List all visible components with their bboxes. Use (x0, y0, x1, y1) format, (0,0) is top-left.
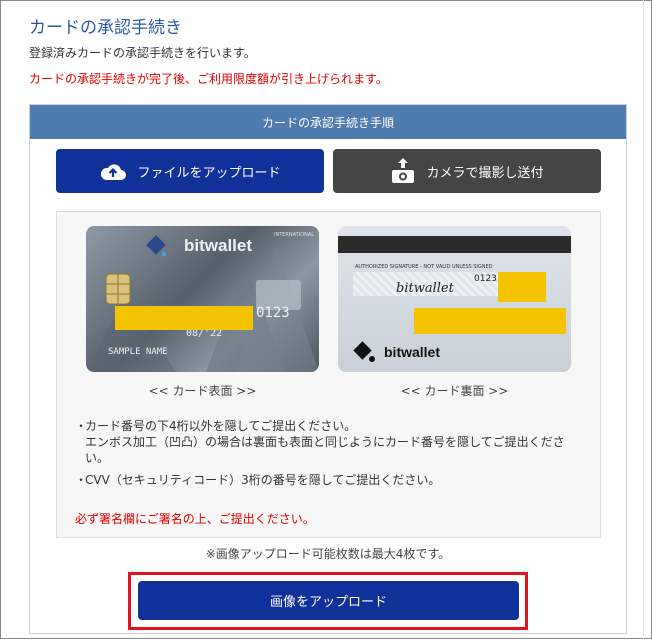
card-front-image: bitwallet INTERNATIONAL 0123 08/'22 SAMP… (86, 226, 319, 372)
cloud-upload-icon (101, 164, 127, 180)
card-back-brand: bitwallet (384, 344, 441, 360)
bitwallet-logo-icon (146, 235, 167, 257)
upload-limit-note: ※画像アップロード可能枚数は最大4枚です。 (205, 547, 451, 561)
instruction-item: ・ カード番号の下4桁以外を隠してご提出ください。 エンボス加工（凹凸）の場合は… (75, 418, 595, 466)
card-back-image: AUTHORIZED SIGNATURE - NOT VALID UNLESS … (338, 226, 571, 372)
panel-header: カードの承認手続き手順 (30, 105, 626, 139)
camera-send-label: カメラで撮影し送付 (426, 165, 544, 181)
card-front-brand: bitwallet (184, 236, 253, 255)
card-front-number-tail: 0123 (256, 305, 290, 321)
instruction-line: CVV（セキュリティコード）3桁の番号を隠してご提出ください。 (85, 473, 441, 487)
limit-increase-notice: カードの承認手続きが完了後、ご利用限度額が引き上げられます。 (29, 72, 388, 86)
instruction-list: ・ カード番号の下4桁以外を隠してご提出ください。 エンボス加工（凹凸）の場合は… (75, 418, 595, 494)
instruction-item: ・ CVV（セキュリティコード）3桁の番号を隠してご提出ください。 (75, 472, 595, 488)
signature-text: bitwallet (396, 281, 454, 296)
instruction-line: い。 (85, 451, 110, 465)
upload-file-button[interactable]: ファイルをアップロード (56, 149, 324, 193)
card-front-caption: << カード表面 >> (148, 384, 257, 398)
approval-panel: カードの承認手続き手順 ファイルをアップロード カメラで撮影し送付 bitwal… (29, 104, 627, 634)
page-title: カードの承認手続き (29, 18, 182, 38)
instruction-line: エンボス加工（凹凸）の場合は裏面も表面と同じようにカード番号を隠してご提出くださ (85, 435, 565, 449)
scroll-edge (643, 0, 644, 639)
upload-image-button[interactable]: 画像をアップロード (138, 581, 519, 620)
card-number-mask (115, 306, 253, 330)
magnetic-stripe (338, 236, 571, 253)
camera-upload-icon (392, 158, 415, 183)
card-examples-box: bitwallet INTERNATIONAL 0123 08/'22 SAMP… (56, 211, 601, 538)
signature-warning: 必ず署名欄にご署名の上、ご提出ください。 (75, 512, 315, 526)
card-front-holder: SAMPLE NAME (108, 347, 168, 357)
cvv-mask (498, 272, 546, 302)
page-description: 登録済みカードの承認手続きを行います。 (29, 46, 256, 60)
camera-send-button[interactable]: カメラで撮影し送付 (333, 149, 601, 193)
upload-file-label: ファイルをアップロード (137, 165, 281, 181)
card-front-network: INTERNATIONAL (274, 232, 315, 238)
bitwallet-logo-icon (353, 341, 375, 362)
card-back-caption: << カード裏面 >> (400, 384, 509, 398)
card-back-number-tail: 0123 (474, 274, 497, 284)
back-number-mask (414, 308, 566, 334)
instruction-line: カード番号の下4桁以外を隠してご提出ください。 (85, 419, 357, 433)
signature-label: AUTHORIZED SIGNATURE - NOT VALID UNLESS … (355, 264, 493, 270)
